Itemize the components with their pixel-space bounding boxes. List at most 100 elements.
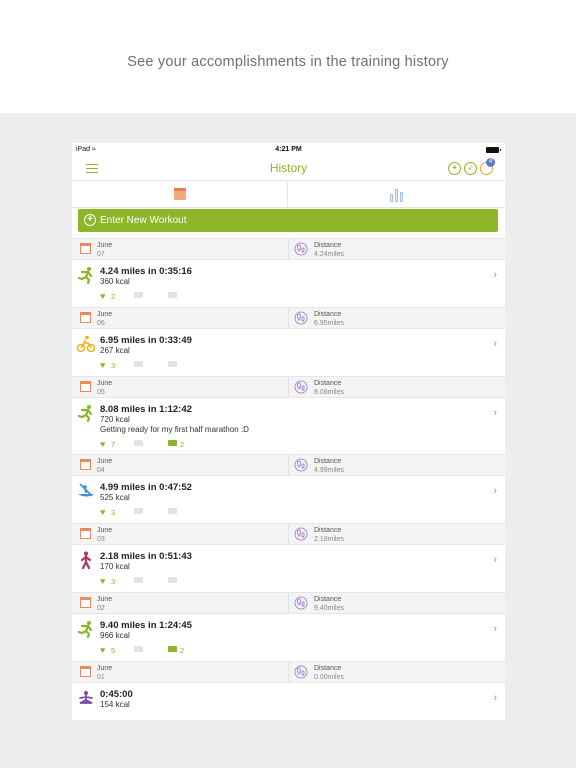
message-icon[interactable] bbox=[168, 508, 177, 514]
caption-text: See your accomplishments in the training… bbox=[127, 54, 449, 70]
comment-icon[interactable] bbox=[134, 440, 143, 446]
workout-row[interactable]: 4.24 miles in 0:35:16 360 kcal ♥ 2 › bbox=[72, 260, 505, 307]
workout-row[interactable]: 6.95 miles in 0:33:49 267 kcal ♥ 3 › bbox=[72, 329, 505, 376]
yoga-icon bbox=[77, 689, 95, 707]
battery-icon bbox=[486, 147, 501, 153]
heart-icon[interactable]: ♥ bbox=[100, 291, 105, 301]
view-tabs bbox=[72, 182, 505, 208]
like-count: 5 bbox=[111, 646, 116, 655]
day-month: June bbox=[97, 311, 113, 318]
workout-row[interactable]: 8.08 miles in 1:12:42 720 kcal Getting r… bbox=[72, 398, 505, 454]
day-header: June 04 Distance 4.99miles bbox=[72, 454, 505, 476]
workout-note: Getting ready for my first half marathon… bbox=[100, 425, 249, 434]
location-pin-icon bbox=[294, 665, 308, 679]
cycling-icon bbox=[76, 335, 96, 353]
rocket-icon[interactable]: ➶ bbox=[464, 161, 477, 175]
comment-icon[interactable] bbox=[134, 361, 143, 367]
workout-calories: 966 kcal bbox=[100, 631, 130, 640]
distance-label: Distance bbox=[314, 527, 342, 534]
tab-calendar[interactable] bbox=[72, 182, 288, 208]
message-icon[interactable] bbox=[168, 577, 177, 583]
distance-value: 0.00miles bbox=[314, 674, 344, 681]
calendar-icon bbox=[174, 188, 186, 200]
distance-value: 4.24miles bbox=[314, 251, 344, 258]
distance-value: 8.08miles bbox=[314, 389, 344, 396]
day-number: 06 bbox=[97, 320, 105, 327]
like-count: 2 bbox=[111, 292, 116, 301]
calendar-icon bbox=[80, 381, 91, 392]
day-header: June 06 Distance 6.95miles bbox=[72, 307, 505, 329]
workout-row[interactable]: 4.99 miles in 0:47:52 525 kcal ♥ 3 › bbox=[72, 476, 505, 523]
chevron-right-icon[interactable]: › bbox=[493, 485, 497, 497]
day-header: June 03 Distance 2.18miles bbox=[72, 523, 505, 545]
location-pin-icon bbox=[294, 527, 308, 541]
distance-label: Distance bbox=[314, 380, 342, 387]
enter-new-workout-button[interactable]: + Enter New Workout bbox=[78, 209, 498, 232]
workout-row[interactable]: 9.40 miles in 1:24:45 966 kcal ♥ 5 2 › bbox=[72, 614, 505, 661]
distance-label: Distance bbox=[314, 458, 342, 465]
day-number: 02 bbox=[97, 605, 105, 612]
comment-icon[interactable] bbox=[134, 508, 143, 514]
chevron-right-icon[interactable]: › bbox=[493, 338, 497, 350]
workout-row[interactable]: 0:45:00 154 kcal › bbox=[72, 683, 505, 720]
day-month: June bbox=[97, 596, 113, 603]
chevron-right-icon[interactable]: › bbox=[493, 623, 497, 635]
notifications-icon[interactable]: 4 bbox=[480, 157, 495, 175]
workout-calories: 360 kcal bbox=[100, 277, 130, 286]
chevron-right-icon[interactable]: › bbox=[493, 692, 497, 704]
nav-actions: ✦ ➶ 4 bbox=[448, 157, 495, 177]
heart-icon[interactable]: ♥ bbox=[100, 507, 105, 517]
workout-row[interactable]: 2.18 miles in 0:51:43 170 kcal ♥ 3 › bbox=[72, 545, 505, 592]
header-divider bbox=[288, 308, 289, 328]
workout-title: 4.24 miles in 0:35:16 bbox=[100, 266, 192, 277]
calendar-icon bbox=[80, 528, 91, 539]
heart-icon[interactable]: ♥ bbox=[100, 439, 105, 449]
like-count: 3 bbox=[111, 361, 116, 370]
header-divider bbox=[288, 593, 289, 613]
day-number: 07 bbox=[97, 251, 105, 258]
chevron-right-icon[interactable]: › bbox=[493, 269, 497, 281]
bar-chart-icon bbox=[389, 188, 405, 202]
day-month: June bbox=[97, 242, 113, 249]
marketing-caption-area: See your accomplishments in the training… bbox=[0, 0, 576, 113]
distance-value: 9.40miles bbox=[314, 605, 344, 612]
workout-calories: 267 kcal bbox=[100, 346, 130, 355]
header-divider bbox=[288, 377, 289, 397]
message-icon[interactable] bbox=[168, 292, 177, 298]
runner-icon[interactable]: ✦ bbox=[448, 161, 461, 175]
message-icon[interactable] bbox=[168, 440, 177, 446]
comment-icon[interactable] bbox=[134, 577, 143, 583]
walking-icon bbox=[77, 551, 95, 570]
header-divider bbox=[288, 524, 289, 544]
tab-statistics[interactable] bbox=[289, 182, 505, 208]
chevron-right-icon[interactable]: › bbox=[493, 407, 497, 419]
like-count: 7 bbox=[111, 440, 116, 449]
day-number: 03 bbox=[97, 536, 105, 543]
comment-icon[interactable] bbox=[134, 646, 143, 652]
day-header: June 02 Distance 9.40miles bbox=[72, 592, 505, 614]
like-count: 3 bbox=[111, 577, 116, 586]
day-header: June 05 Distance 8.08miles bbox=[72, 376, 505, 398]
status-time: 4:21 PM bbox=[275, 146, 302, 153]
heart-icon[interactable]: ♥ bbox=[100, 645, 105, 655]
message-icon[interactable] bbox=[168, 361, 177, 367]
message-icon[interactable] bbox=[168, 646, 177, 652]
calendar-icon bbox=[80, 312, 91, 323]
distance-value: 2.18miles bbox=[314, 536, 344, 543]
calendar-icon bbox=[80, 243, 91, 254]
comment-icon[interactable] bbox=[134, 292, 143, 298]
distance-label: Distance bbox=[314, 242, 342, 249]
day-month: June bbox=[97, 380, 113, 387]
day-number: 05 bbox=[97, 389, 105, 396]
day-month: June bbox=[97, 527, 113, 534]
page-title: History bbox=[269, 161, 308, 175]
chevron-right-icon[interactable]: › bbox=[493, 554, 497, 566]
like-count: 3 bbox=[111, 508, 116, 517]
day-header: June 07 Distance 4.24miles bbox=[72, 238, 505, 260]
location-pin-icon bbox=[294, 242, 308, 256]
enter-new-workout-label: Enter New Workout bbox=[100, 215, 187, 226]
location-pin-icon bbox=[294, 596, 308, 610]
heart-icon[interactable]: ♥ bbox=[100, 360, 105, 370]
heart-icon[interactable]: ♥ bbox=[100, 576, 105, 586]
workout-title: 8.08 miles in 1:12:42 bbox=[100, 404, 192, 415]
